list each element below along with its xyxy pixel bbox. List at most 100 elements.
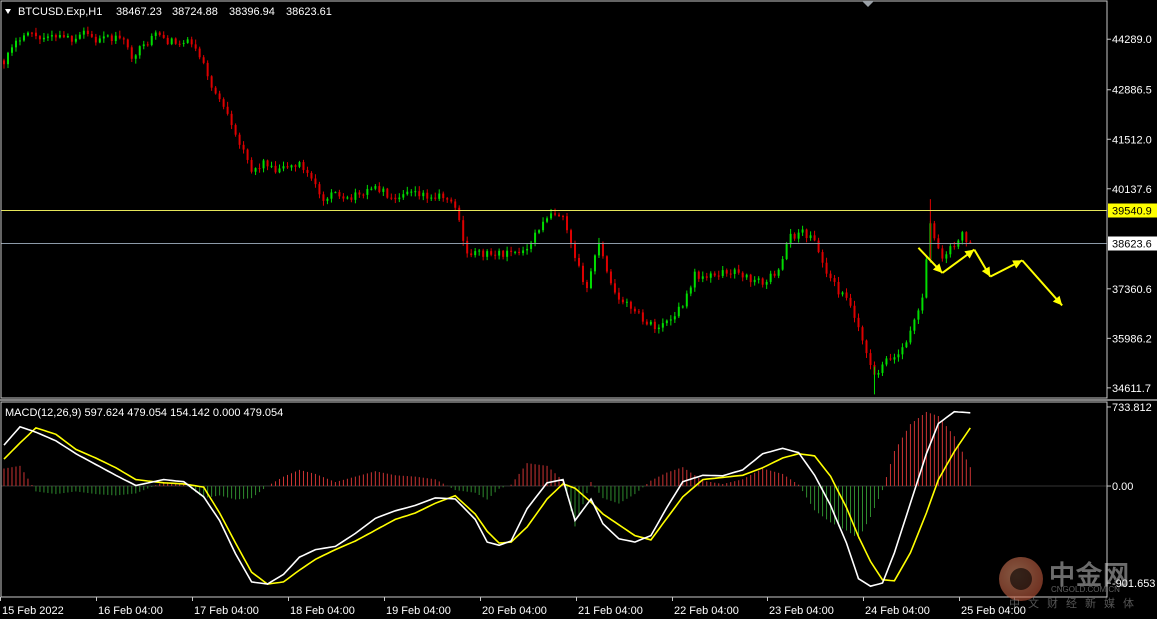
price-tick-label: 42886.5 [1112,85,1152,97]
macd-title: MACD(12,26,9) 597.624 479.054 154.142 0.… [5,407,283,419]
time-tick-label: 19 Feb 04:00 [386,605,451,617]
candle-body [418,191,421,197]
candle-body [829,273,832,279]
candle-body [270,165,273,167]
candle-body [78,34,81,39]
candle-body [554,213,557,215]
candle-body [617,292,620,300]
candle-body [26,32,29,36]
candle-body [685,293,688,307]
candle-body [218,93,221,100]
candle-body [741,272,744,278]
time-tick-label: 23 Feb 04:00 [769,605,834,617]
candle-body [909,330,912,343]
chart-shift-marker-icon [862,1,874,7]
candle-body [761,278,764,285]
candle-body [633,308,636,312]
candle-body [558,214,561,217]
candle-body [170,38,173,45]
candle-body [126,39,129,48]
candle-body [589,271,592,289]
time-tick-label: 22 Feb 04:00 [674,605,739,617]
time-tick-label: 20 Feb 04:00 [482,605,547,617]
candle-body [458,207,461,221]
candle-body [645,321,648,325]
candle-body [438,193,441,199]
candle-body [717,275,720,277]
candle-body [314,178,317,185]
candle-body [550,213,553,219]
candle-body [446,198,449,200]
candle-body [793,233,796,239]
candle-body [961,232,964,241]
candle-body [262,160,265,169]
candle-body [94,36,97,43]
candle-body [597,242,600,256]
candle-body [797,232,800,239]
candle-body [214,87,217,94]
candle-body [402,194,405,198]
candle-body [825,262,828,274]
ohlc-readout: 38396.94 [229,6,275,18]
candle-body [254,168,257,172]
candle-body [334,192,337,194]
candle-body [242,144,245,150]
candle-body [178,43,181,45]
candle-body [310,172,313,179]
candle-body [486,251,489,257]
candle-body [833,278,836,282]
candle-body [42,37,45,40]
candle-body [542,221,545,231]
labels: 39540.9 38623.6 44289.0 42886.5 41512.0 40137… [2,6,1157,617]
candle-body [138,46,141,56]
candle-body [286,166,289,168]
hline-label-1: 38623.6 [1112,239,1152,251]
dropdown-triangle-icon [5,9,11,14]
candle-body [294,165,297,167]
candle-body [222,99,225,107]
candle-body [490,251,493,255]
ohlc-readout: 38724.88 [172,6,218,18]
candle-body [34,32,37,37]
candle-body [10,47,13,53]
candle-body [174,38,177,44]
candle-body [605,256,608,272]
candle-body [538,230,541,233]
candle-body [158,32,161,35]
candle-body [817,240,820,253]
candle-body [837,281,840,295]
candle-body [134,55,137,59]
candle-body [601,242,604,257]
candle-body [434,197,437,199]
candle-body [354,192,357,200]
candle-body [454,201,457,208]
candle-body [506,250,509,257]
candle-body [350,197,353,200]
candle-body [673,316,676,320]
candle-body [22,35,25,41]
candle-body [941,248,944,259]
macd-tick-label: 733.812 [1112,402,1152,414]
candle-body [945,254,948,259]
macd-pane-frame [0,401,1108,598]
candle-body [809,235,812,239]
candle-body [933,223,936,239]
candle-body [785,244,788,260]
candle-body [889,358,892,360]
candle-body [949,246,952,255]
candle-body [773,273,776,276]
candle-body [621,299,624,303]
candle-body [210,76,213,88]
candle-body [234,125,237,135]
candle-body [725,270,728,274]
candle-body [518,251,521,254]
candle-body [573,243,576,258]
candle-body [378,186,381,192]
candle-body [737,269,740,273]
candle-body [406,191,409,195]
candle-body [266,160,269,167]
candle-body [102,36,105,39]
candle-body [721,270,724,276]
time-tick-label: 17 Feb 04:00 [194,605,259,617]
candle-body [897,354,900,358]
